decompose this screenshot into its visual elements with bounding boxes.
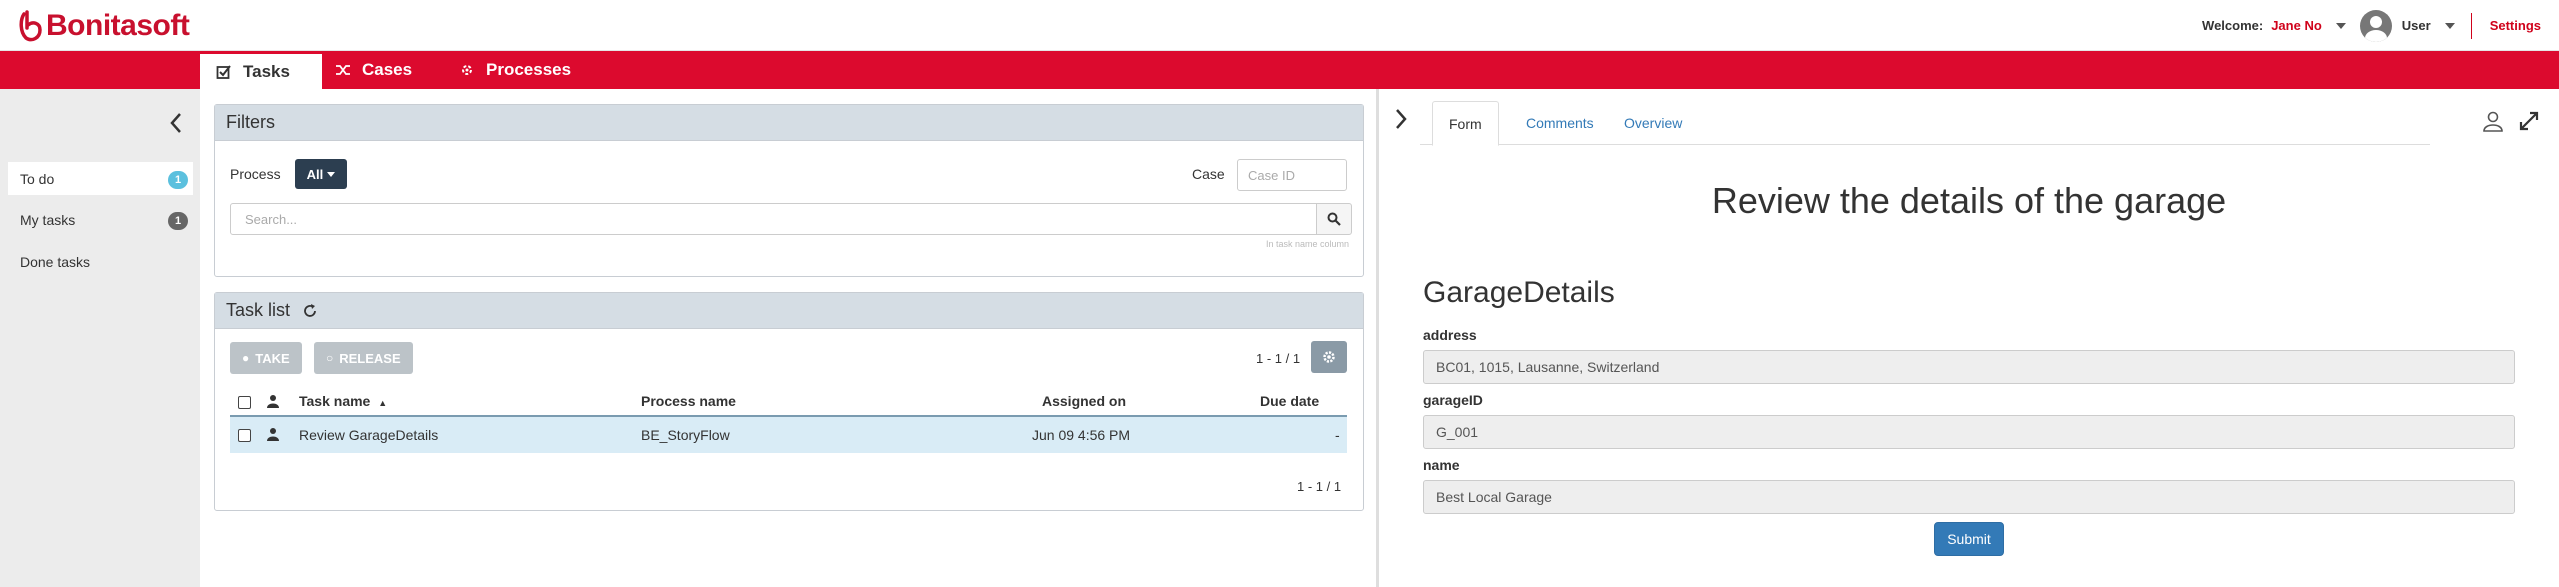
case-id-input[interactable]: Case ID — [1237, 159, 1347, 191]
user-assign-icon[interactable] — [2482, 110, 2504, 132]
tab-processes-label: Processes — [486, 60, 572, 79]
main-nav: Tasks Cases Processes — [0, 51, 2559, 89]
release-label: RELEASE — [339, 350, 401, 366]
tab-comments[interactable]: Comments — [1510, 101, 1610, 145]
submit-button[interactable]: Submit — [1934, 522, 2004, 556]
search-input[interactable]: Search... — [230, 203, 1317, 235]
tab-cases-label: Cases — [362, 60, 413, 79]
tab-tasks-label: Tasks — [243, 61, 290, 81]
case-label: Case — [1192, 166, 1225, 182]
avatar[interactable] — [2359, 9, 2392, 42]
select-all-checkbox[interactable] — [238, 396, 251, 409]
user-menu-area: Welcome: Jane No User Settings — [2202, 0, 2541, 51]
take-button[interactable]: ● TAKE — [230, 342, 302, 374]
name-field[interactable]: Best Local Garage — [1423, 480, 2515, 514]
task-list-panel: Task list ● TAKE ○ RELEASE 1 - 1 / 1 Tas… — [214, 292, 1364, 511]
bonitasoft-logo-icon — [19, 10, 42, 42]
search-button[interactable] — [1316, 203, 1352, 235]
profile-switch[interactable]: User — [2402, 18, 2431, 33]
filters-panel: Filters Process All Case Case ID Search.… — [214, 104, 1364, 277]
task-filter-sidebar: To do 1 My tasks 1 Done tasks — [0, 89, 200, 587]
assignee-column-icon — [266, 394, 280, 411]
chevron-down-icon — [327, 171, 336, 177]
due-date-cell: - — [1335, 427, 1340, 443]
form-title: Review the details of the garage — [1711, 180, 2227, 221]
column-header-process-name[interactable]: Process name — [641, 393, 736, 409]
address-field[interactable]: BC01, 1015, Lausanne, Switzerland — [1423, 350, 2515, 384]
gear-icon — [1323, 351, 1335, 363]
task-list-title: Task list — [226, 300, 291, 320]
task-list-header: Task list — [215, 293, 1363, 329]
process-dropdown[interactable]: All — [294, 159, 348, 189]
name-label: name — [1423, 457, 1460, 473]
tab-form[interactable]: Form — [1432, 101, 1499, 146]
fullscreen-icon[interactable] — [2518, 110, 2540, 132]
search-icon — [1327, 212, 1341, 226]
sidebar-item-my-tasks[interactable]: My tasks 1 — [8, 203, 193, 236]
settings-link[interactable]: Settings — [2490, 18, 2541, 33]
sort-ascending-icon: ▲ — [378, 398, 388, 408]
take-label: TAKE — [255, 350, 290, 366]
chevron-left-icon[interactable] — [167, 111, 185, 135]
user-icon: ● — [242, 351, 250, 365]
column-label: Task name — [299, 393, 371, 409]
sidebar-item-label: Done tasks — [20, 253, 91, 270]
column-settings-button[interactable] — [1311, 341, 1347, 373]
garage-id-label: garageID — [1423, 392, 1483, 408]
pane-divider[interactable] — [1376, 89, 1379, 587]
table-row[interactable]: Review GarageDetails BE_StoryFlow Jun 09… — [230, 415, 1347, 453]
process-label: Process — [230, 166, 281, 182]
release-button[interactable]: ○ RELEASE — [314, 342, 413, 374]
sidebar-item-label: To do — [20, 170, 55, 187]
check-square-icon — [215, 63, 233, 81]
tab-processes[interactable]: Processes — [458, 51, 571, 89]
count-badge: 1 — [168, 212, 188, 230]
task-detail-tabs: Form Comments Overview — [1420, 101, 2430, 146]
pagination-bottom: 1 - 1 / 1 — [1297, 479, 1342, 494]
random-icon — [334, 61, 352, 79]
welcome-label: Welcome: — [2202, 18, 2264, 33]
sidebar-item-label: My tasks — [20, 211, 76, 228]
process-name-cell: BE_StoryFlow — [641, 427, 730, 443]
logo-text: Bonitasoft — [46, 9, 190, 42]
filters-title: Filters — [226, 112, 275, 132]
filters-header: Filters — [215, 105, 1363, 141]
pagination-top: 1 - 1 / 1 — [1256, 351, 1301, 366]
process-filter: Process All — [230, 159, 348, 189]
form-subtitle: GarageDetails — [1423, 276, 1615, 309]
address-label: address — [1423, 327, 1477, 343]
column-header-task-name[interactable]: Task name ▲ — [299, 393, 387, 409]
column-header-due-date[interactable]: Due date — [1260, 393, 1319, 409]
tab-tasks[interactable]: Tasks — [200, 51, 322, 89]
garage-id-field[interactable]: G_001 — [1423, 415, 2515, 449]
bonitasoft-logo[interactable]: Bonitasoft — [18, 9, 190, 42]
column-header-assigned-on[interactable]: Assigned on — [1042, 393, 1126, 409]
process-dropdown-value: All — [306, 166, 324, 182]
user-chevron-down-icon[interactable] — [2335, 22, 2346, 29]
task-name-cell[interactable]: Review GarageDetails — [299, 427, 438, 443]
chevron-right-icon[interactable] — [1392, 107, 1410, 131]
top-header: Bonitasoft Welcome: Jane No User Setting… — [0, 0, 2559, 51]
tab-cases[interactable]: Cases — [334, 51, 412, 89]
sidebar-item-to-do[interactable]: To do 1 — [8, 162, 193, 195]
search-hint: In task name column — [1265, 239, 1349, 249]
count-badge: 1 — [168, 171, 188, 189]
tab-overview[interactable]: Overview — [1608, 101, 1698, 145]
user-outline-icon: ○ — [326, 351, 334, 365]
assignee-icon — [266, 427, 280, 444]
header-divider — [2470, 12, 2472, 39]
assigned-on-cell: Jun 09 4:56 PM — [1032, 427, 1131, 443]
row-checkbox[interactable] — [238, 429, 251, 442]
sidebar-item-done-tasks[interactable]: Done tasks — [8, 245, 193, 278]
user-name-link[interactable]: Jane No — [2271, 18, 2322, 33]
refresh-icon[interactable] — [302, 303, 318, 319]
cogs-icon — [458, 61, 476, 79]
profile-chevron-down-icon[interactable] — [2444, 22, 2455, 29]
